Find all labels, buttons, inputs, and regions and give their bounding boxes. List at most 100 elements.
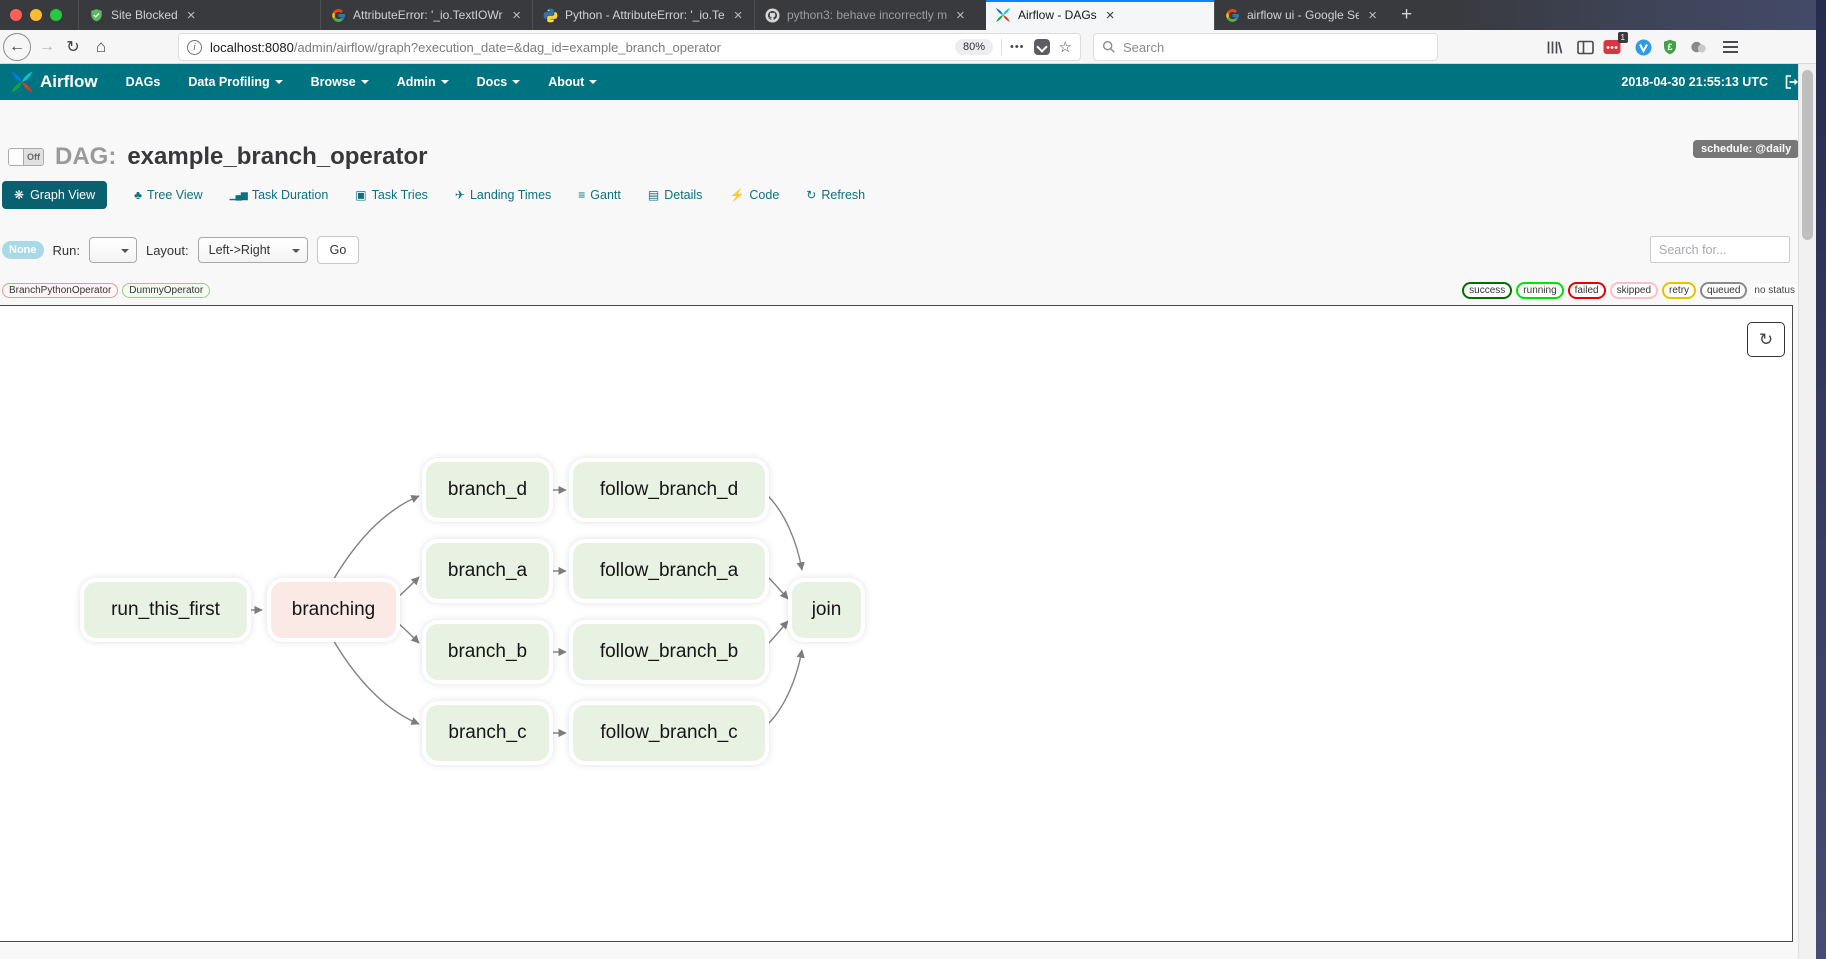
tab-title: AttributeError: '_io.TextIOWrapp (353, 8, 503, 22)
pocket-icon[interactable] (1034, 39, 1050, 55)
tab-tree-view[interactable]: ♣Tree View (134, 188, 202, 202)
caret-down-icon (361, 80, 369, 88)
close-tab-icon[interactable]: × (954, 8, 967, 23)
tab-task-tries[interactable]: ▣Task Tries (355, 188, 428, 202)
close-tab-icon[interactable]: × (510, 8, 523, 23)
schedule-badge: schedule: @daily (1693, 140, 1799, 158)
url-host: localhost:8080 (210, 40, 294, 55)
site-info-icon[interactable]: i (187, 40, 202, 55)
browser-tab-google-search[interactable]: airflow ui - Google Search × (1214, 0, 1388, 30)
legend-running: running (1516, 282, 1563, 299)
bar-chart-icon: ▁▄▆ (230, 190, 247, 201)
page-actions-icon[interactable]: ••• (1010, 41, 1025, 53)
close-tab-icon[interactable]: × (185, 8, 198, 23)
dag-node-branching[interactable]: branching (271, 582, 396, 638)
nav-item-dags[interactable]: DAGs (112, 64, 175, 100)
dag-node-follow_branch_d[interactable]: follow_branch_d (573, 462, 765, 518)
airflow-navbar: Airflow DAGs Data Profiling Browse Admin… (0, 64, 1816, 100)
run-select[interactable] (89, 237, 137, 263)
dag-node-branch_d[interactable]: branch_d (426, 462, 549, 518)
operator-legend: BranchPythonOperator DummyOperator (2, 283, 210, 298)
nav-item-browse[interactable]: Browse (297, 64, 383, 100)
dag-node-branch_b[interactable]: branch_b (426, 624, 549, 680)
graph-view-icon: ❋ (14, 188, 24, 202)
reload-button[interactable]: ↻ (61, 33, 85, 61)
tab-details[interactable]: ▤Details (648, 188, 703, 202)
url-text[interactable]: localhost:8080/admin/airflow/graph?execu… (210, 40, 721, 55)
flash-icon: ⚡ (729, 188, 744, 202)
graph-refresh-button[interactable]: ↻ (1747, 322, 1785, 357)
minimize-window-button[interactable] (30, 9, 42, 21)
airflow-brand[interactable]: Airflow (0, 70, 112, 94)
dag-pause-toggle[interactable]: Off (8, 148, 44, 166)
search-icon (1102, 40, 1116, 54)
forward-button[interactable]: → (35, 33, 59, 61)
fullscreen-window-button[interactable] (50, 9, 62, 21)
tab-graph-view[interactable]: ❋Graph View (2, 181, 107, 209)
browser-tab-airflow-active[interactable]: Airflow - DAGs × (986, 0, 1214, 30)
extension-red-icon[interactable]: 1 (1601, 36, 1623, 58)
tab-code[interactable]: ⚡Code (729, 188, 779, 202)
dag-node-branch_c[interactable]: branch_c (426, 705, 549, 761)
menu-hamburger-icon[interactable] (1719, 36, 1741, 58)
new-tab-button[interactable]: + (1388, 0, 1425, 30)
page-scrollbar[interactable] (1798, 64, 1816, 959)
go-button[interactable]: Go (317, 236, 360, 264)
sidebar-toggle-icon[interactable] (1574, 36, 1596, 58)
url-bar[interactable]: i localhost:8080/admin/airflow/graph?exe… (178, 33, 1081, 61)
toggle-knob (9, 149, 24, 165)
caret-down-icon (512, 80, 520, 88)
dag-node-follow_branch_b[interactable]: follow_branch_b (573, 624, 765, 680)
nav-item-docs[interactable]: Docs (463, 64, 535, 100)
refresh-link[interactable]: ↻Refresh (806, 188, 865, 202)
library-icon[interactable] (1543, 36, 1565, 58)
copies-icon: ▣ (355, 188, 366, 202)
view-switcher: ❋Graph View ♣Tree View ▁▄▆Task Duration … (2, 181, 865, 209)
extension-shield-icon[interactable]: £ (1659, 36, 1681, 58)
close-window-button[interactable] (10, 9, 22, 21)
state-legend: success running failed skipped retry que… (1462, 282, 1798, 299)
scrollbar-thumb[interactable] (1802, 70, 1813, 240)
browser-tab-site-blocked[interactable]: Site Blocked × (78, 0, 320, 30)
dag-header: Off DAG: example_branch_operator (8, 143, 427, 171)
tab-task-duration[interactable]: ▁▄▆Task Duration (230, 188, 329, 202)
browser-search-input[interactable] (1123, 40, 1429, 55)
run-label: Run: (53, 243, 80, 258)
bookmark-star-icon[interactable]: ☆ (1059, 38, 1072, 56)
caret-down-icon (589, 80, 597, 88)
plane-icon: ✈ (455, 188, 465, 202)
python-icon (542, 7, 558, 23)
dag-node-branch_a[interactable]: branch_a (426, 543, 549, 599)
close-tab-icon[interactable]: × (1104, 8, 1117, 23)
legend-retry: retry (1662, 282, 1696, 299)
legend-queued: queued (1700, 282, 1747, 299)
dag-node-follow_branch_c[interactable]: follow_branch_c (573, 705, 765, 761)
divider (1001, 39, 1002, 55)
legend-failed: failed (1568, 282, 1606, 299)
zoom-level-badge[interactable]: 80% (955, 39, 993, 55)
nav-item-admin[interactable]: Admin (383, 64, 463, 100)
nav-item-data-profiling[interactable]: Data Profiling (174, 64, 296, 100)
extension-blue-icon[interactable] (1632, 36, 1654, 58)
browser-search-bar[interactable] (1093, 33, 1438, 61)
browser-tab-python[interactable]: Python - AttributeError: '_io.Te × (532, 0, 754, 30)
task-search-input[interactable] (1650, 236, 1790, 263)
tab-gantt[interactable]: ≡Gantt (578, 188, 621, 202)
back-button[interactable]: ← (3, 33, 31, 61)
shield-icon (88, 7, 104, 23)
list-icon: ▤ (648, 188, 659, 202)
dag-node-run_this_first[interactable]: run_this_first (84, 582, 247, 638)
nav-item-about[interactable]: About (534, 64, 611, 100)
home-button[interactable]: ⌂ (89, 33, 113, 61)
dag-node-join[interactable]: join (792, 582, 861, 638)
browser-tab-attributeerror[interactable]: AttributeError: '_io.TextIOWrapp × (320, 0, 532, 30)
legend-branchpythonoperator: BranchPythonOperator (2, 283, 118, 298)
dag-node-follow_branch_a[interactable]: follow_branch_a (573, 543, 765, 599)
layout-select[interactable]: Left->Right (198, 237, 308, 263)
dag-title: example_branch_operator (127, 143, 427, 171)
tab-landing-times[interactable]: ✈Landing Times (455, 188, 551, 202)
browser-tab-github[interactable]: python3: behave incorrectly m × (754, 0, 986, 30)
close-tab-icon[interactable]: × (732, 8, 745, 23)
close-tab-icon[interactable]: × (1366, 8, 1379, 23)
extension-ghost-icon[interactable] (1687, 36, 1709, 58)
